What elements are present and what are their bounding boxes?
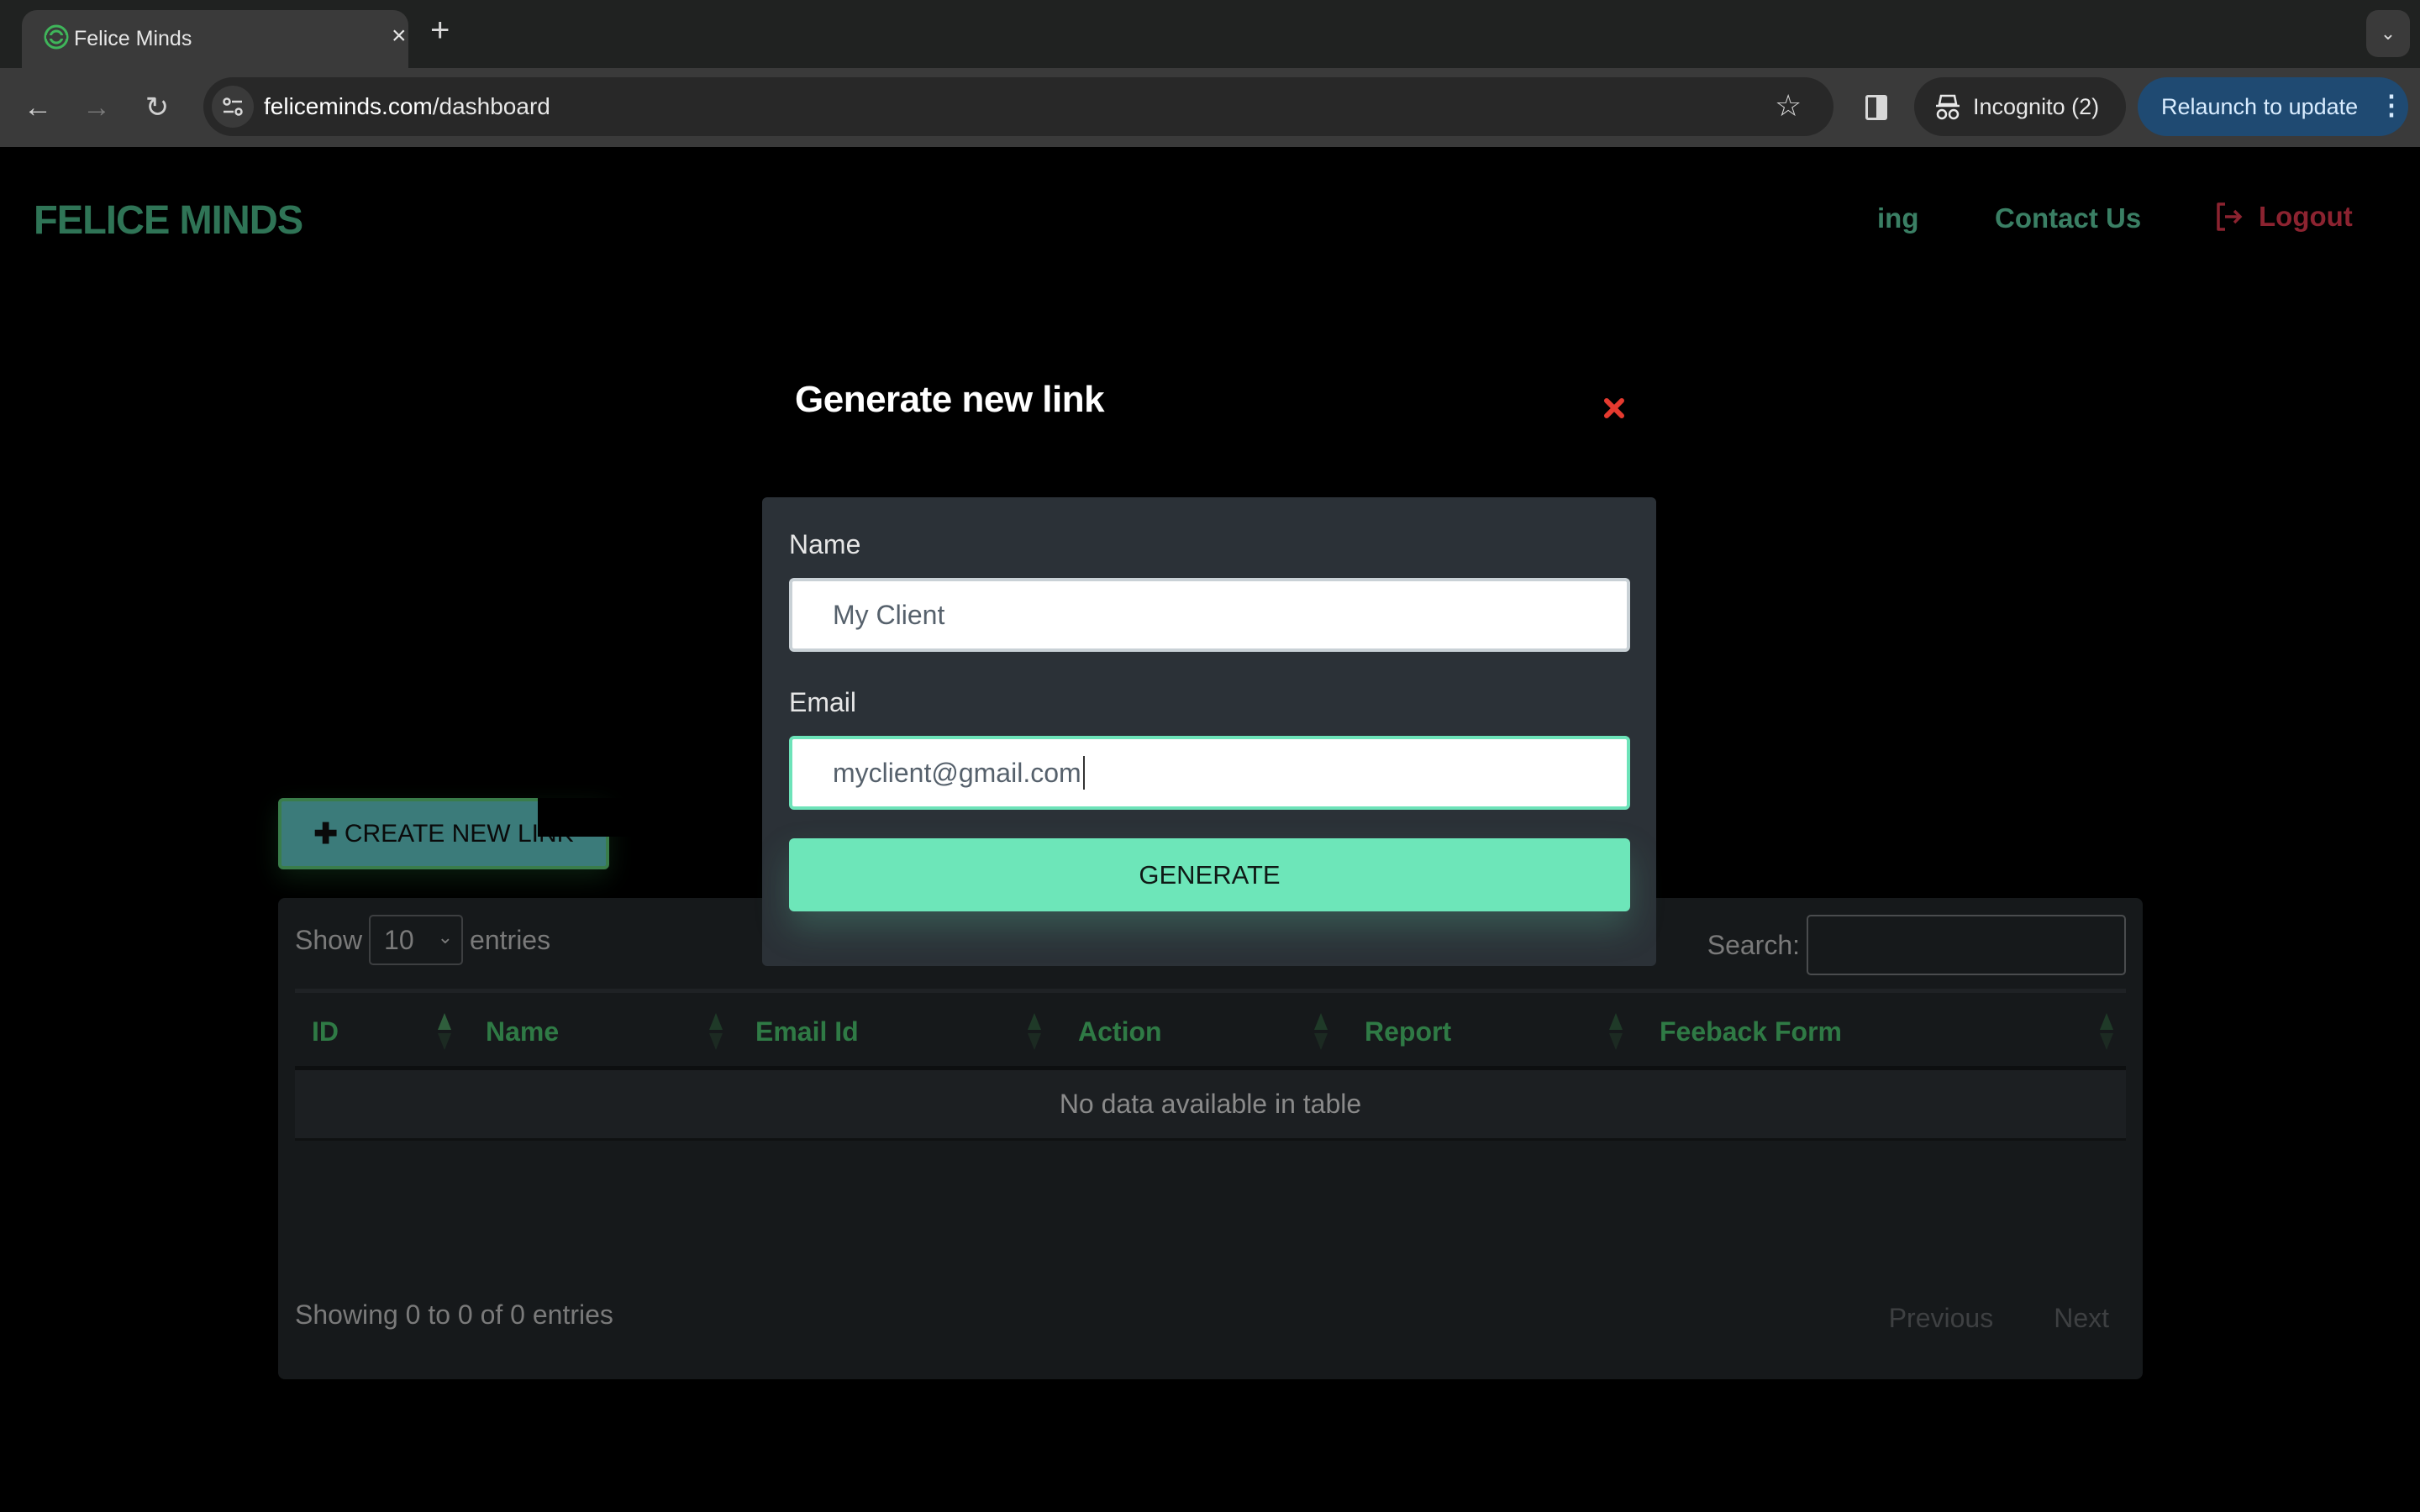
browser-tab-bar: Felice Minds × + ⌄ <box>0 0 2420 68</box>
column-header-action[interactable]: Action <box>1078 1016 1162 1047</box>
nav-link-partial[interactable]: ing <box>1877 202 1918 234</box>
pagination: Previous Next <box>1828 1303 2109 1334</box>
modal-title: Generate new link <box>795 379 1105 420</box>
search-input[interactable] <box>1807 915 2126 975</box>
relaunch-button[interactable]: Relaunch to update ⋮ <box>2138 77 2408 136</box>
close-icon[interactable] <box>1602 396 1627 421</box>
url-host: feliceminds.com <box>264 93 433 119</box>
felice-minds-favicon-icon <box>44 24 69 50</box>
chevron-down-icon: ⌄ <box>437 927 454 948</box>
tab-list-icon[interactable]: ⌄ <box>2366 10 2410 57</box>
incognito-button[interactable]: Incognito (2) <box>1914 77 2126 136</box>
search-label: Search: <box>1707 929 1800 960</box>
generate-button[interactable]: GENERATE <box>789 838 1630 911</box>
address-bar[interactable]: feliceminds.com/dashboard ☆ <box>203 77 1833 136</box>
email-input[interactable]: myclient@gmail.com <box>789 736 1630 810</box>
tab-title: Felice Minds <box>74 27 192 50</box>
name-input[interactable]: My Client <box>789 578 1630 652</box>
url-text: feliceminds.com/dashboard <box>264 93 550 120</box>
nav-link-contact-us[interactable]: Contact Us <box>1995 202 2141 234</box>
relaunch-label: Relaunch to update <box>2161 94 2359 119</box>
incognito-label: Incognito (2) <box>1973 94 2100 119</box>
sort-icon[interactable] <box>1609 1013 1623 1050</box>
links-table-panel: Show 10 ⌄ entries Search: ID Name Email … <box>278 898 2143 1379</box>
side-panel-icon[interactable] <box>1865 95 1887 120</box>
dashboard-page: FELICE MINDS ing Contact Us Logout ✚ CRE… <box>0 147 2420 1512</box>
column-header-id[interactable]: ID <box>312 1016 339 1047</box>
show-label: Show <box>295 924 363 955</box>
sort-icon[interactable] <box>709 1013 723 1050</box>
previous-button[interactable]: Previous <box>1889 1303 1994 1334</box>
browser-toolbar: ← → ↻ feliceminds.com/dashboard ☆ Incogn… <box>0 68 2420 147</box>
new-tab-icon[interactable]: + <box>430 13 450 47</box>
entries-label: entries <box>470 924 551 955</box>
name-input-value: My Client <box>833 599 945 630</box>
back-arrow-icon[interactable]: ← <box>17 87 59 129</box>
sort-icon[interactable] <box>1028 1013 1041 1050</box>
logout-link[interactable]: Logout <box>2215 201 2353 233</box>
column-header-report[interactable]: Report <box>1365 1016 1451 1047</box>
table-row-empty: No data available in table <box>295 1070 2126 1141</box>
sort-icon[interactable] <box>1314 1013 1328 1050</box>
reload-icon[interactable]: ↻ <box>136 87 178 129</box>
page-length-value: 10 <box>384 924 414 955</box>
star-icon[interactable]: ☆ <box>1775 87 1802 123</box>
kebab-menu-icon[interactable]: ⋮ <box>2378 89 2405 121</box>
tab-close-icon[interactable]: × <box>392 24 407 49</box>
column-header-name[interactable]: Name <box>486 1016 559 1047</box>
page-length-control: Show 10 ⌄ entries <box>295 915 550 965</box>
sort-icon[interactable] <box>438 1013 451 1050</box>
text-caret <box>1082 756 1085 790</box>
logout-label: Logout <box>2259 201 2353 232</box>
table-header-row: ID Name Email Id Action Report Feeback F… <box>295 993 2126 1070</box>
incognito-icon <box>1936 94 1960 120</box>
table-info: Showing 0 to 0 of 0 entries <box>295 1299 613 1330</box>
next-button[interactable]: Next <box>2054 1303 2109 1334</box>
table-search: Search: <box>1707 915 2126 975</box>
logo[interactable]: FELICE MINDS <box>34 197 303 244</box>
sort-icon[interactable] <box>2100 1013 2113 1050</box>
forward-arrow-icon[interactable]: → <box>76 87 118 129</box>
browser-tab[interactable]: Felice Minds × <box>22 10 408 68</box>
logout-icon <box>2217 202 2243 231</box>
column-header-feedback-form[interactable]: Feeback Form <box>1660 1016 1842 1047</box>
generate-label: GENERATE <box>1139 859 1281 890</box>
links-table: ID Name Email Id Action Report Feeback F… <box>295 989 2126 1141</box>
email-label: Email <box>789 687 857 717</box>
generate-link-form: Name My Client Email myclient@gmail.com … <box>762 497 1656 966</box>
email-input-value: myclient@gmail.com <box>833 757 1081 788</box>
site-settings-icon[interactable] <box>212 86 254 128</box>
name-label: Name <box>789 529 861 559</box>
plus-icon: ✚ <box>313 817 338 850</box>
column-header-email-id[interactable]: Email Id <box>755 1016 859 1047</box>
empty-message: No data available in table <box>1059 1089 1362 1119</box>
url-path: /dashboard <box>432 93 550 119</box>
page-length-select[interactable]: 10 ⌄ <box>369 915 464 965</box>
